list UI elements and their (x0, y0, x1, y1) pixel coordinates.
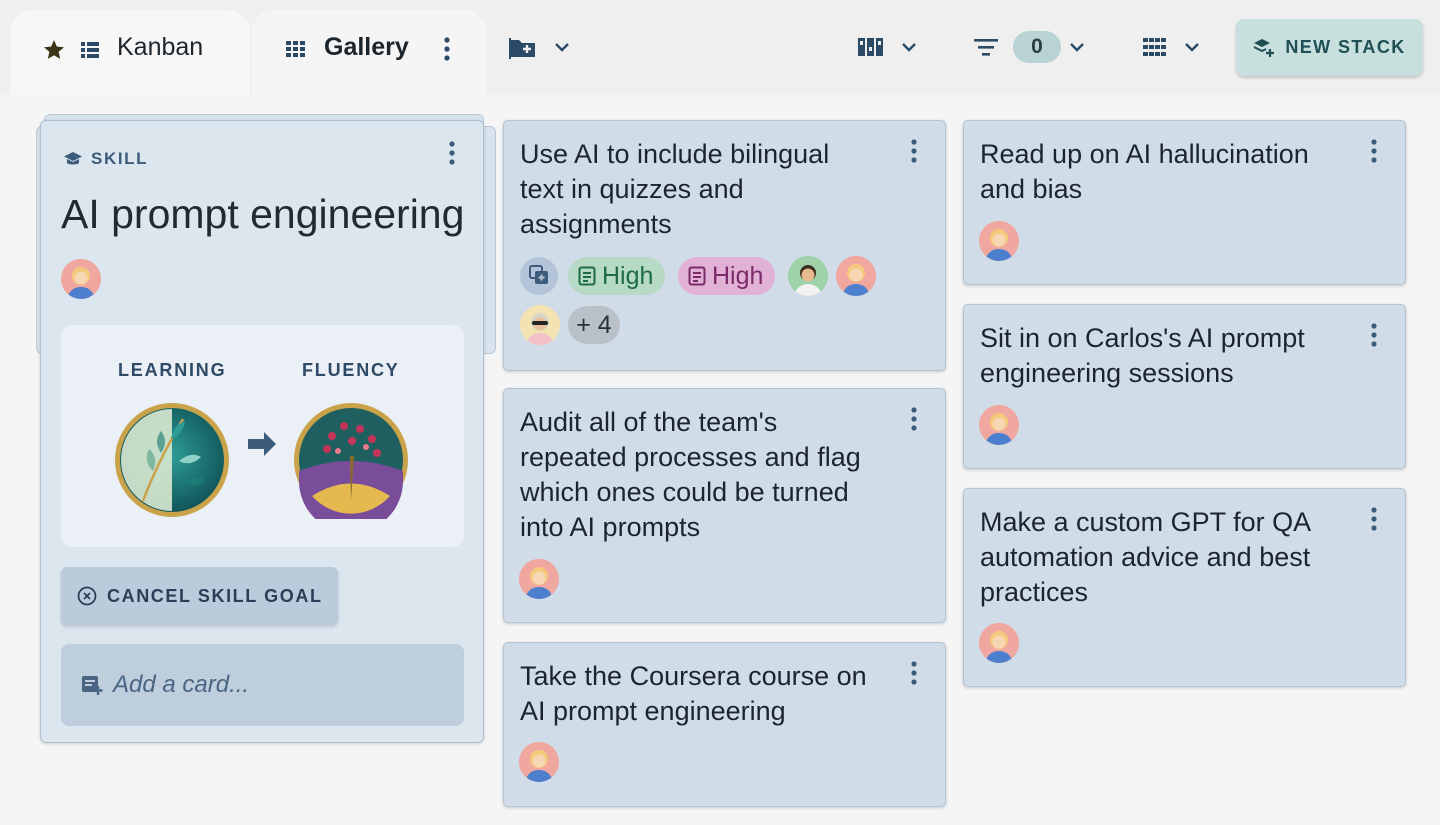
avatar[interactable] (788, 256, 828, 296)
skill-journey: LEARNING FLUENCY (61, 325, 464, 547)
more-vert-icon[interactable] (906, 659, 922, 687)
tab-gallery[interactable]: Gallery (252, 10, 486, 95)
add-card-placeholder: Add a card... (113, 671, 250, 698)
task-card[interactable]: Make a custom GPT for QA automation advi… (963, 488, 1406, 687)
more-vert-icon[interactable] (1366, 321, 1382, 349)
filter-count-badge: 0 (1013, 31, 1061, 63)
avatar[interactable] (979, 405, 1019, 445)
star-icon[interactable] (42, 38, 66, 62)
add-card-icon (81, 674, 103, 696)
priority-chip-label: High (712, 261, 764, 290)
card-title: Sit in on Carlos's AI prompt engineering… (980, 321, 1305, 391)
avatar[interactable] (519, 559, 559, 599)
cancel-skill-goal-button[interactable]: CANCEL SKILL GOAL (61, 567, 338, 625)
filter-button[interactable]: 0 (973, 27, 1087, 67)
grid-icon (285, 38, 307, 60)
card-title-line: AI prompt engineering (520, 696, 786, 726)
add-tab-button[interactable] (508, 27, 572, 67)
document-icon (578, 266, 596, 286)
card-title-line: Make a custom GPT for QA (980, 507, 1312, 537)
more-vert-icon[interactable] (1366, 137, 1382, 165)
task-card[interactable]: Sit in on Carlos's AI prompt engineering… (963, 304, 1406, 469)
task-card[interactable]: Use AI to include bilingual text in quiz… (503, 120, 946, 371)
avatar[interactable] (979, 623, 1019, 663)
cancel-circle-icon (77, 586, 97, 606)
skill-title: AI prompt engineering (61, 191, 465, 237)
tab-gallery-label: Gallery (324, 33, 409, 61)
graduation-cap-icon (63, 151, 83, 167)
add-stack-icon (1253, 37, 1275, 59)
priority-chip-label: High (602, 261, 654, 290)
card-title: Audit all of the team's repeated process… (520, 405, 861, 545)
more-vert-icon[interactable] (1366, 505, 1382, 533)
learning-badge-image (113, 401, 231, 519)
card-title-line: repeated processes and flag (520, 442, 861, 472)
more-vert-icon[interactable] (906, 405, 922, 433)
more-assignees-badge[interactable]: + 4 (568, 306, 620, 344)
cancel-skill-goal-label: CANCEL SKILL GOAL (107, 585, 323, 606)
avatar[interactable] (979, 221, 1019, 261)
dense-grid-icon (1142, 36, 1168, 58)
card-title-line: practices (980, 577, 1089, 607)
density-button[interactable] (1142, 27, 1202, 67)
document-icon (688, 266, 706, 286)
card-title-line: which ones could be turned (520, 477, 849, 507)
chevron-down-icon (552, 37, 572, 57)
add-folder-icon (508, 33, 538, 61)
avatar[interactable] (61, 259, 101, 299)
tab-kanban[interactable]: Kanban (10, 10, 250, 95)
card-title-line: into AI prompts (520, 512, 701, 542)
linked-cards-icon[interactable] (520, 257, 558, 295)
card-title-line: Sit in on Carlos's AI prompt (980, 323, 1305, 353)
avatar[interactable] (520, 305, 560, 345)
skill-tag: SKILL (63, 149, 148, 169)
card-title-line: and bias (980, 174, 1083, 204)
learning-label: LEARNING (118, 360, 227, 380)
columns-view-button[interactable] (857, 27, 919, 67)
fluency-badge-image (292, 401, 410, 533)
more-vert-icon[interactable] (444, 139, 460, 167)
card-title-line: engineering sessions (980, 358, 1234, 388)
task-card[interactable]: Read up on AI hallucination and bias (963, 120, 1406, 285)
card-title-line: Take the Coursera course on (520, 661, 867, 691)
card-title-line: Read up on AI hallucination (980, 139, 1309, 169)
card-title-line: automation advice and best (980, 542, 1311, 572)
priority-chip[interactable]: High (678, 257, 776, 295)
columns-icon (857, 35, 885, 59)
chevron-down-icon (1182, 37, 1202, 57)
card-title-line: Audit all of the team's (520, 407, 778, 437)
chevron-down-icon (1067, 37, 1087, 57)
card-title-line: text in quizzes and (520, 174, 744, 204)
card-title: Take the Coursera course on AI prompt en… (520, 659, 867, 729)
skill-card[interactable]: SKILL AI prompt engineering LEARNING FLU… (40, 120, 484, 743)
add-card-input[interactable]: Add a card... (61, 644, 464, 726)
top-bar: Kanban Gallery 0 NEW STACK (0, 0, 1440, 95)
fluency-label: FLUENCY (302, 360, 400, 380)
new-stack-button[interactable]: NEW STACK (1236, 19, 1423, 76)
list-icon (78, 38, 102, 62)
more-vert-icon[interactable] (439, 35, 455, 63)
tab-kanban-label: Kanban (117, 33, 204, 61)
priority-chip[interactable]: High (568, 257, 666, 295)
card-title: Use AI to include bilingual text in quiz… (520, 137, 829, 242)
card-title: Read up on AI hallucination and bias (980, 137, 1309, 207)
task-card[interactable]: Audit all of the team's repeated process… (503, 388, 946, 623)
avatar[interactable] (836, 256, 876, 296)
more-vert-icon[interactable] (906, 137, 922, 165)
avatar[interactable] (519, 742, 559, 782)
chevron-down-icon (899, 37, 919, 57)
filter-icon (973, 36, 999, 58)
card-title-line: assignments (520, 209, 672, 239)
arrow-right-icon (246, 430, 278, 458)
card-title: Make a custom GPT for QA automation advi… (980, 505, 1311, 610)
new-stack-label: NEW STACK (1285, 37, 1406, 57)
skill-tag-label: SKILL (91, 149, 149, 168)
task-card[interactable]: Take the Coursera course on AI prompt en… (503, 642, 946, 807)
card-title-line: Use AI to include bilingual (520, 139, 830, 169)
